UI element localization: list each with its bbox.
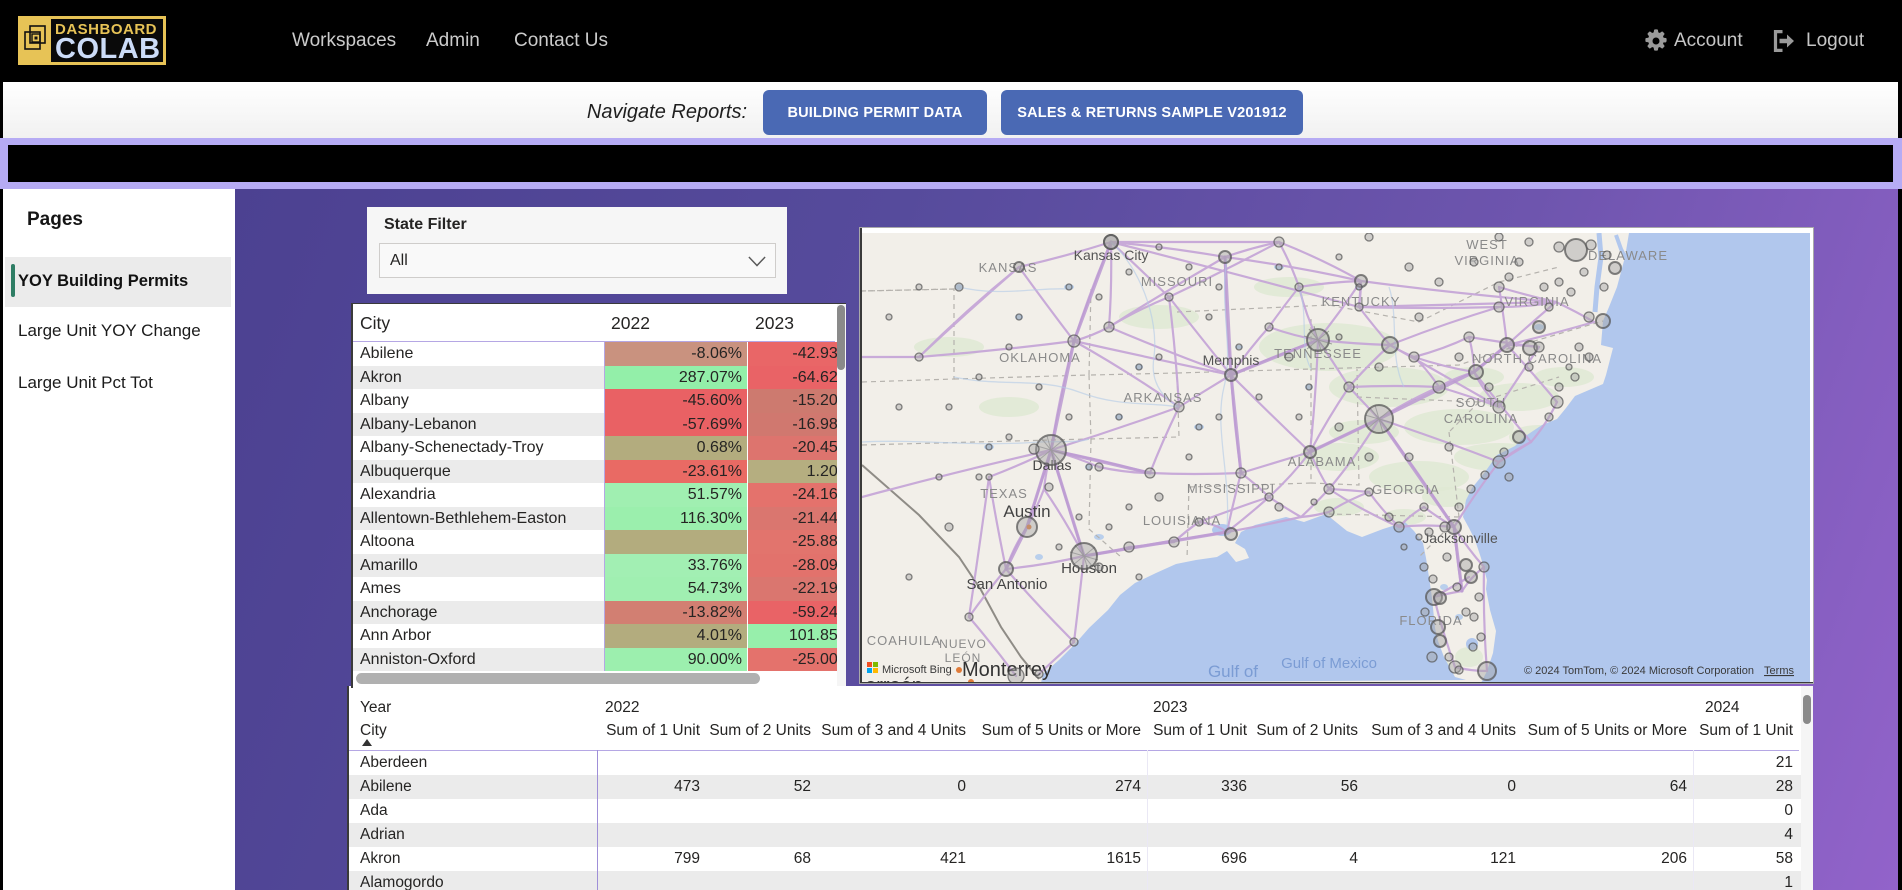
svg-text:NORTH CAROLINA: NORTH CAROLINA — [1472, 351, 1602, 366]
svg-text:DELAWARE: DELAWARE — [1588, 248, 1668, 263]
svg-text:Memphis: Memphis — [1203, 352, 1260, 368]
svg-text:Microsoft Bing: Microsoft Bing — [882, 664, 952, 676]
svg-text:San Antonio: San Antonio — [967, 576, 1048, 593]
svg-text:VIRGINIA: VIRGINIA — [1504, 294, 1569, 309]
svg-text:COAHUILA: COAHUILA — [867, 633, 941, 648]
svg-text:Gulf of Mexico: Gulf of Mexico — [1281, 655, 1377, 672]
svg-text:ALABAMA: ALABAMA — [1288, 454, 1356, 469]
svg-text:MISSOURI: MISSOURI — [1141, 274, 1213, 289]
svg-text:© 2024 TomTom, © 2024 Microsof: © 2024 TomTom, © 2024 Microsoft Corporat… — [1524, 665, 1754, 677]
svg-text:ARKANSAS: ARKANSAS — [1124, 390, 1203, 405]
svg-text:KANSAS: KANSAS — [979, 260, 1038, 275]
svg-text:CAROLINA: CAROLINA — [1444, 411, 1518, 426]
svg-text:Terms: Terms — [1764, 665, 1794, 677]
svg-text:OKLAHOMA: OKLAHOMA — [999, 350, 1081, 365]
svg-text:Gulf of: Gulf of — [1208, 662, 1258, 681]
svg-text:LOUISIANA: LOUISIANA — [1143, 513, 1221, 528]
svg-text:MISSISSIPPI: MISSISSIPPI — [1187, 481, 1275, 496]
svg-text:GEORGIA: GEORGIA — [1372, 482, 1440, 497]
svg-text:TEXAS: TEXAS — [980, 486, 1028, 501]
svg-text:NUEVO: NUEVO — [939, 637, 987, 651]
svg-text:VIRGINIA: VIRGINIA — [1454, 253, 1519, 268]
